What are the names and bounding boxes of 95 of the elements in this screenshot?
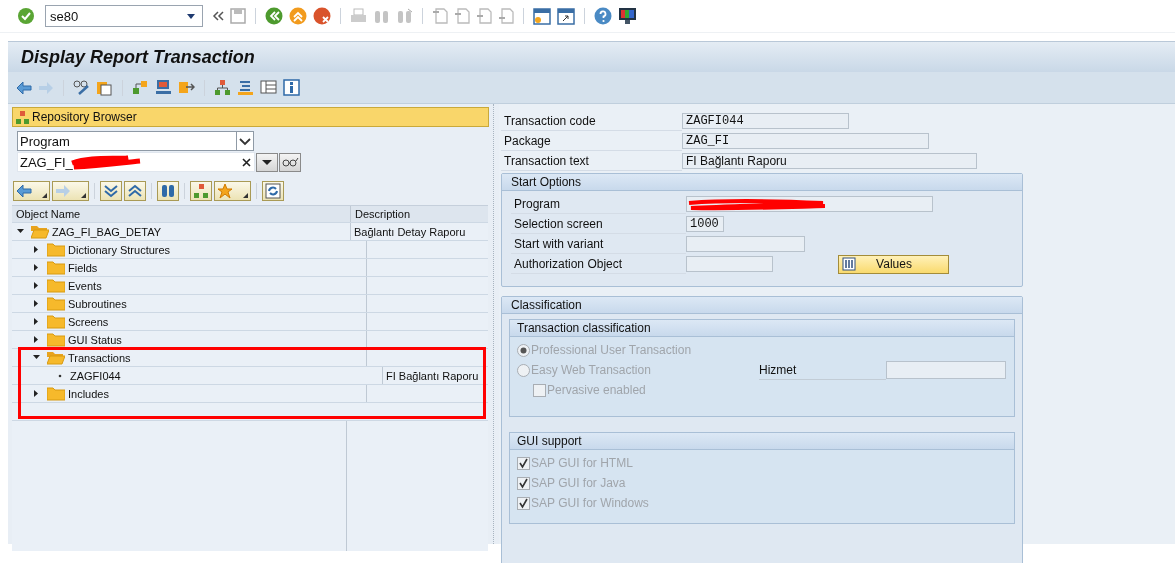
forward-icon [55, 183, 71, 199]
clipboard-icon[interactable] [96, 79, 113, 96]
tree-item[interactable]: Includes [68, 387, 109, 400]
input-field[interactable]: 1000 [686, 216, 724, 232]
open-folder-icon [47, 350, 65, 365]
description-cell: Bağlantı Detay Raporu [354, 225, 466, 238]
group-title: Start Options [502, 174, 1022, 191]
input-field[interactable] [886, 361, 1006, 379]
expand-triangle-icon[interactable] [33, 246, 40, 253]
tree-item[interactable]: ZAG_FI_BAG_DETAY [52, 225, 161, 238]
column-header: Object Name [12, 206, 351, 222]
field-label: Selection screen [511, 214, 686, 234]
screen-stamp-icon[interactable] [155, 79, 172, 96]
table-icon [842, 257, 856, 271]
description-cell: FI Bağlantı Raporu [386, 369, 479, 382]
field-label: Start with variant [511, 234, 686, 254]
expand-triangle-icon[interactable] [33, 390, 40, 397]
input-field[interactable]: ZAGFI044 [682, 113, 849, 129]
input-field[interactable]: ZAG_FI [682, 133, 929, 149]
tree-item[interactable]: Subroutines [68, 297, 127, 310]
field-label: Program [511, 194, 686, 214]
triangle-down-icon [261, 158, 273, 166]
tree-item[interactable]: Events [68, 279, 102, 292]
back-button[interactable] [13, 181, 50, 201]
shortcut-icon[interactable] [557, 7, 575, 25]
binoculars-button[interactable] [157, 181, 179, 201]
hierarchy-icon [193, 183, 209, 199]
open-folder-icon [31, 224, 49, 239]
tree-item[interactable]: Screens [68, 315, 109, 328]
chevron-icon[interactable] [236, 132, 253, 150]
expand-triangle-icon[interactable] [33, 318, 40, 325]
expand-triangle-icon[interactable] [33, 300, 40, 307]
input-field[interactable] [686, 236, 805, 252]
tree-item[interactable]: Fields [68, 261, 98, 274]
forward-button[interactable] [52, 181, 89, 201]
objects-icon[interactable] [132, 79, 149, 96]
input-field[interactable] [686, 256, 773, 272]
help-icon[interactable] [594, 7, 612, 25]
group-title: GUI support [510, 433, 1014, 450]
values-button[interactable]: Values [838, 254, 949, 274]
corner-icon [42, 193, 47, 198]
collapse-button[interactable] [124, 181, 146, 201]
monitor-icon[interactable] [618, 7, 637, 25]
expand-triangle-icon[interactable] [33, 336, 40, 343]
group-title: Transaction classification [510, 320, 1014, 337]
star-icon [217, 183, 233, 199]
tree-item[interactable]: Dictionary Structures [68, 243, 171, 256]
field-label: Transaction text [501, 151, 682, 171]
field-label: Transaction code [501, 111, 682, 131]
collapse-triangle-icon[interactable] [17, 228, 24, 235]
expand-icon [103, 183, 119, 199]
new-window-icon[interactable] [533, 7, 551, 25]
back-icon[interactable] [265, 7, 283, 25]
expand-button[interactable] [100, 181, 122, 201]
screen-title: Display Report Transaction [21, 46, 255, 68]
tree-item[interactable]: GUI Status [68, 333, 122, 346]
hierarchy-icon[interactable] [214, 79, 231, 96]
object-type-dropdown[interactable]: Program [17, 131, 254, 151]
export-icon[interactable] [178, 79, 195, 96]
corner-icon [81, 193, 86, 198]
corner-icon [243, 193, 248, 198]
cancel-icon[interactable] [313, 7, 331, 25]
tree-item[interactable]: ZAGFI044 [70, 369, 121, 382]
input-field[interactable]: FI Bağlantı Raporu [682, 153, 977, 169]
collapse-triangle-icon[interactable] [33, 354, 40, 361]
column-header: Description [354, 207, 412, 222]
field-label: Authorization Object [511, 254, 686, 274]
info-icon[interactable] [283, 79, 300, 96]
back-icon [16, 183, 32, 199]
expand-triangle-icon[interactable] [33, 282, 40, 289]
refresh-icon [265, 183, 281, 199]
input-field[interactable] [686, 196, 933, 212]
layout-icon[interactable] [260, 79, 277, 96]
collapse-icon[interactable] [212, 11, 224, 21]
collapse-icon [127, 183, 143, 199]
dropdown-icon[interactable] [186, 12, 196, 20]
tree-item[interactable]: Transactions [68, 351, 131, 364]
group-title: Classification [502, 297, 1022, 314]
star-button[interactable] [214, 181, 251, 201]
refresh-button[interactable] [262, 181, 284, 201]
enter-icon[interactable] [17, 7, 35, 25]
object-name-field[interactable]: ZAG_FI_ [17, 152, 255, 172]
glasses-pencil-icon[interactable] [73, 79, 90, 96]
hierarchy-button[interactable] [190, 181, 212, 201]
back-arrow-icon[interactable] [16, 79, 32, 96]
display-button[interactable] [279, 152, 301, 172]
panel-title: Repository Browser [32, 110, 137, 124]
dropdown-button[interactable] [256, 152, 278, 172]
expand-triangle-icon[interactable] [33, 264, 40, 271]
glasses-icon [281, 156, 299, 168]
hierarchy-icon [15, 109, 30, 125]
command-field[interactable]: se80 [45, 5, 203, 27]
field-label: Package [501, 131, 682, 151]
list-align-icon[interactable] [237, 79, 254, 96]
clear-icon[interactable] [242, 157, 251, 167]
